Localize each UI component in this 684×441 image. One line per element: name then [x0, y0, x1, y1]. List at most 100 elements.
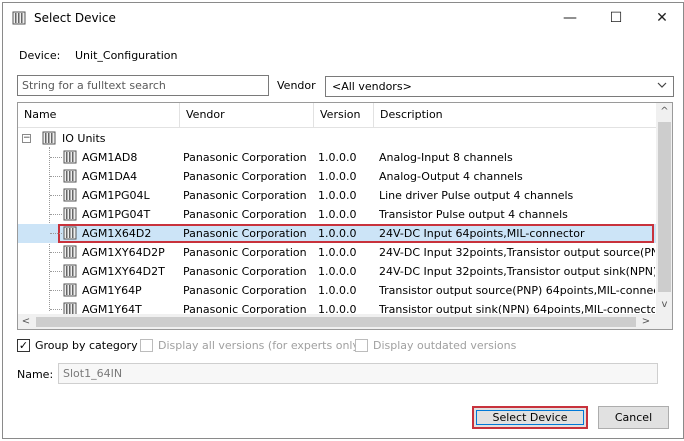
cell-version: 1.0.0.0	[318, 227, 357, 240]
vendor-dropdown[interactable]: <All vendors>	[325, 76, 674, 97]
column-header-vendor[interactable]: Vendor	[180, 103, 314, 127]
display-outdated-label: Display outdated versions	[373, 339, 517, 352]
cell-vendor: Panasonic Corporation	[183, 265, 307, 278]
device-icon	[63, 169, 77, 183]
cell-version: 1.0.0.0	[318, 151, 357, 164]
name-input[interactable]: Slot1_64IN	[58, 363, 658, 384]
tree-connector	[50, 176, 62, 177]
vertical-scroll-thumb[interactable]	[658, 122, 671, 292]
tree-connector	[50, 233, 62, 234]
device-label: Device:	[19, 49, 61, 62]
cell-name: AGM1PG04T	[82, 208, 151, 221]
device-icon	[63, 188, 77, 202]
device-icon	[63, 264, 77, 278]
collapse-icon[interactable]: −	[22, 134, 31, 143]
cell-version: 1.0.0.0	[318, 189, 357, 202]
cell-name: AGM1DA4	[82, 170, 138, 183]
tree-connector	[50, 195, 62, 196]
header-divider	[18, 127, 656, 128]
device-icon	[42, 131, 56, 145]
scroll-right-icon[interactable]: >	[638, 314, 654, 329]
title-bar[interactable]: Select Device — ☐ ✕	[3, 3, 683, 33]
select-device-dialog: Select Device — ☐ ✕ Device: Unit_Configu…	[2, 2, 684, 439]
tree-connector	[50, 290, 62, 291]
cell-version: 1.0.0.0	[318, 170, 357, 183]
cell-vendor: Panasonic Corporation	[183, 189, 307, 202]
select-device-label: Select Device	[492, 411, 568, 424]
close-icon: ✕	[656, 10, 668, 26]
cancel-button[interactable]: Cancel	[598, 406, 669, 429]
maximize-icon: ☐	[609, 10, 623, 26]
cell-description: Transistor output source(PNP) 64points,M…	[379, 284, 655, 297]
maximize-button[interactable]: ☐	[593, 3, 639, 33]
table-row[interactable]: AGM1DA4 Panasonic Corporation 1.0.0.0 Analo…	[18, 167, 656, 186]
column-header-version[interactable]: Version	[314, 103, 374, 127]
cell-vendor: Panasonic Corporation	[183, 151, 307, 164]
cell-vendor: Panasonic Corporation	[183, 227, 307, 240]
cell-name: AGM1Y64P	[82, 284, 142, 297]
horizontal-scroll-thumb[interactable]	[36, 317, 636, 327]
device-icon	[63, 150, 77, 164]
scrollbar-corner	[656, 314, 672, 329]
display-all-versions-checkbox[interactable]	[140, 339, 153, 352]
cell-vendor: Panasonic Corporation	[183, 170, 307, 183]
select-device-button[interactable]: Select Device	[472, 406, 588, 429]
cell-description: 24V-DC Input 32points,Transistor output …	[379, 265, 655, 278]
cell-name: AGM1XY64D2T	[82, 265, 165, 278]
scroll-up-icon[interactable]: ^	[656, 103, 672, 120]
window-title: Select Device	[34, 11, 116, 25]
tree-group-io-units[interactable]: − IO Units	[22, 131, 222, 149]
tree-connector	[50, 271, 62, 272]
cell-version: 1.0.0.0	[318, 265, 357, 278]
tree-connector	[50, 214, 62, 215]
horizontal-scrollbar[interactable]: < >	[18, 314, 656, 329]
cell-name: AGM1X64D2	[82, 227, 152, 240]
vendor-selected-value: <All vendors>	[332, 80, 412, 93]
search-input[interactable]: String for a fulltext search	[17, 75, 269, 96]
table-row-selected[interactable]: AGM1X64D2 Panasonic Corporation 1.0.0.0 24V…	[18, 224, 656, 243]
table-row[interactable]: AGM1PG04T Panasonic Corporation 1.0.0.0 Tra…	[18, 205, 656, 224]
display-outdated-checkbox[interactable]	[355, 339, 368, 352]
minimize-button[interactable]: —	[547, 3, 593, 33]
check-icon: ✓	[18, 339, 29, 352]
vertical-scrollbar[interactable]: ^ v	[656, 103, 672, 314]
cell-description: Line driver Pulse output 4 channels	[379, 189, 574, 202]
cell-vendor: Panasonic Corporation	[183, 246, 307, 259]
table-row[interactable]: AGM1AD8 Panasonic Corporation 1.0.0.0 Analo…	[18, 148, 656, 167]
display-all-versions-label: Display all versions (for experts only)	[158, 339, 364, 352]
cell-version: 1.0.0.0	[318, 246, 357, 259]
tree-connector	[50, 309, 62, 310]
search-placeholder: String for a fulltext search	[22, 79, 166, 92]
table-row[interactable]: AGM1XY64D2P Panasonic Corporation 1.0.0.0 2…	[18, 243, 656, 262]
table-row[interactable]: AGM1PG04L Panasonic Corporation 1.0.0.0 Lin…	[18, 186, 656, 205]
group-by-category-option[interactable]: ✓ Group by category	[17, 338, 147, 354]
vendor-label: Vendor	[277, 79, 316, 92]
cell-version: 1.0.0.0	[318, 208, 357, 221]
name-label: Name:	[17, 368, 54, 381]
cell-name: AGM1XY64D2P	[82, 246, 165, 259]
cell-description: 24V-DC Input 64points,MIL-connector	[379, 227, 585, 240]
display-all-versions-option[interactable]: Display all versions (for experts only)	[140, 338, 363, 354]
name-input-value: Slot1_64IN	[63, 367, 123, 380]
cell-vendor: Panasonic Corporation	[183, 284, 307, 297]
scroll-down-icon[interactable]: v	[656, 296, 672, 313]
tree-connector	[50, 157, 62, 158]
scroll-left-icon[interactable]: <	[18, 314, 34, 329]
cell-description: Analog-Input 8 channels	[379, 151, 513, 164]
table-row[interactable]: AGM1Y64P Panasonic Corporation 1.0.0.0 Tran…	[18, 281, 656, 300]
device-list[interactable]: Name Vendor Version Description − IO Uni…	[17, 102, 673, 330]
close-button[interactable]: ✕	[639, 3, 684, 33]
column-header-description[interactable]: Description	[374, 103, 656, 127]
tree-group-label: IO Units	[62, 132, 106, 145]
group-by-category-checkbox[interactable]: ✓	[17, 339, 30, 352]
column-header-name[interactable]: Name	[18, 103, 180, 127]
device-icon	[63, 245, 77, 259]
cell-version: 1.0.0.0	[318, 284, 357, 297]
chevron-down-icon	[657, 80, 667, 93]
tree-connector	[50, 252, 62, 253]
cancel-label: Cancel	[614, 411, 653, 424]
cell-vendor: Panasonic Corporation	[183, 208, 307, 221]
table-row[interactable]: AGM1XY64D2T Panasonic Corporation 1.0.0.0 2…	[18, 262, 656, 281]
device-icon	[63, 226, 77, 240]
display-outdated-option[interactable]: Display outdated versions	[355, 338, 517, 354]
